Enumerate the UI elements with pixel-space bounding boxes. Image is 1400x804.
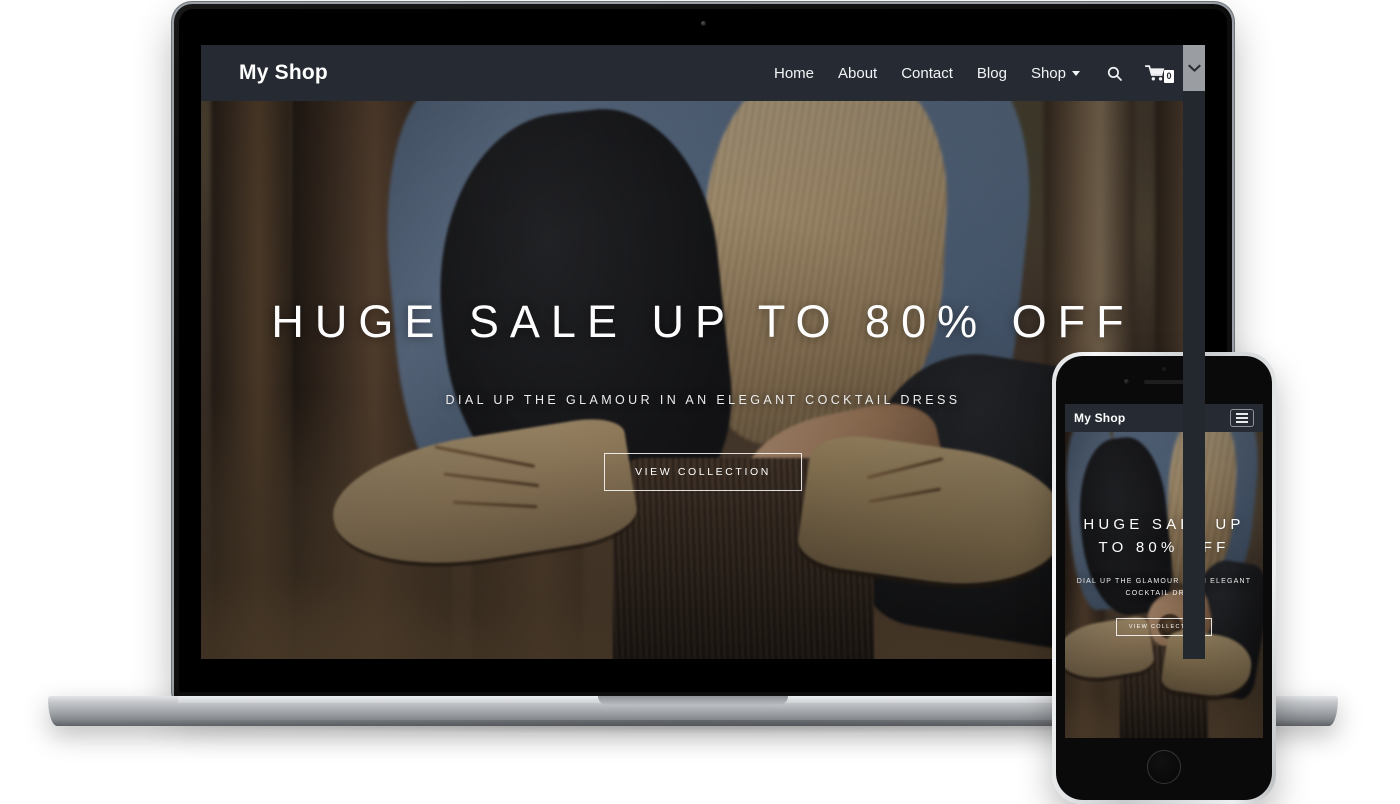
phone-home-button[interactable] [1147, 750, 1181, 784]
nav-item-shop-label: Shop [1030, 64, 1066, 82]
hamburger-menu-icon [1236, 421, 1248, 423]
mobile-hero-copy: HUGE SALE UP TO 80% OFF DIAL UP THE GLAM… [1065, 514, 1263, 636]
hamburger-menu-icon [1236, 413, 1248, 415]
nav-item-contact[interactable]: Contact [901, 65, 953, 82]
desktop-navbar: My Shop Home About Contact Blog Shop 0 [201, 45, 1205, 101]
hamburger-menu-icon [1236, 417, 1248, 419]
cart-count-badge: 0 [1163, 70, 1174, 83]
nav-item-blog[interactable]: Blog [977, 65, 1007, 82]
hero-subtitle: DIAL UP THE GLAMOUR IN AN ELEGANT COCKTA… [445, 392, 961, 407]
phone-body: My Shop HUGE SALE UP TO 80% OFF DIAL UP … [1052, 352, 1276, 804]
phone-mockup: My Shop HUGE SALE UP TO 80% OFF DIAL UP … [1052, 352, 1276, 804]
scrollbar-thumb[interactable] [1183, 45, 1205, 91]
laptop-camera-icon [700, 21, 706, 26]
nav-item-home[interactable]: Home [774, 65, 814, 82]
chevron-down-icon [1187, 64, 1201, 72]
hamburger-menu-button[interactable] [1230, 409, 1254, 427]
mockup-stage: My Shop Home About Contact Blog Shop 0 H… [0, 0, 1400, 804]
desktop-hero-copy: HUGE SALE UP TO 80% OFF DIAL UP THE GLAM… [201, 297, 1205, 491]
view-collection-button[interactable]: VIEW COLLECTION [604, 452, 802, 491]
hero-title-mobile: HUGE SALE UP TO 80% OFF [1083, 516, 1245, 556]
site-brand-mobile[interactable]: My Shop [1074, 411, 1125, 425]
mobile-navbar: My Shop [1065, 404, 1263, 432]
hero-title: HUGE SALE UP TO 80% OFF [271, 296, 1135, 347]
desktop-nav-links: Home About Contact Blog Shop 0 [774, 64, 1174, 83]
site-brand[interactable]: My Shop [239, 61, 328, 85]
search-button[interactable] [1106, 65, 1123, 82]
nav-item-about[interactable]: About [838, 65, 877, 82]
nav-item-shop[interactable]: Shop [1031, 65, 1080, 82]
hero-subtitle-mobile: DIAL UP THE GLAMOUR IN AN ELEGANT COCKTA… [1076, 578, 1252, 597]
scrollbar-track[interactable] [1183, 91, 1205, 659]
cart-button[interactable]: 0 [1145, 64, 1174, 83]
phone-face: My Shop HUGE SALE UP TO 80% OFF DIAL UP … [1056, 356, 1272, 800]
laptop-base-notch [598, 696, 788, 705]
search-icon [1107, 66, 1122, 81]
chevron-down-icon [1072, 71, 1080, 77]
